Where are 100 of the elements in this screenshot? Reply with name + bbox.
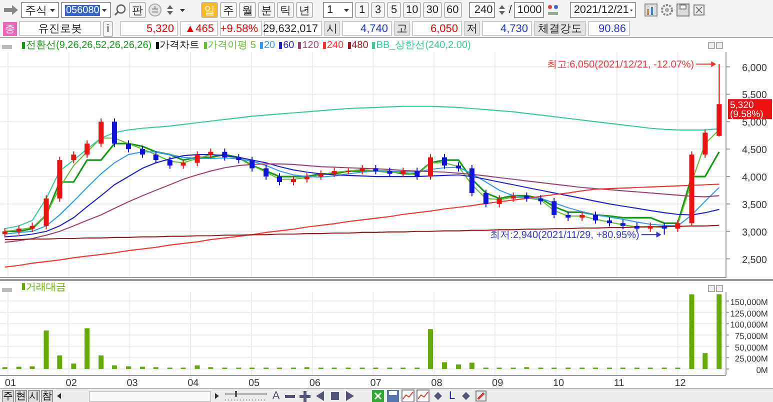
save-icon[interactable] bbox=[386, 389, 400, 402]
info-button[interactable]: i bbox=[103, 20, 113, 36]
field-value: 4,730 bbox=[482, 21, 532, 36]
axis-label: 08 bbox=[431, 378, 442, 388]
bottom-tab[interactable]: 참 bbox=[41, 390, 53, 402]
candlestick bbox=[662, 222, 667, 236]
volume-bar bbox=[57, 355, 62, 369]
bottom-tab[interactable]: 현 bbox=[15, 390, 27, 402]
tool-button[interactable]: L bbox=[446, 390, 458, 402]
stock-code-field[interactable]: 056080 bbox=[61, 2, 111, 18]
current-price: 5,320 bbox=[730, 100, 754, 112]
legend-marker bbox=[298, 42, 302, 48]
total-field[interactable]: 1000 bbox=[514, 2, 544, 18]
arrow-icon bbox=[640, 232, 662, 238]
legend-marker bbox=[279, 42, 282, 48]
axis-label: 75,000M bbox=[734, 331, 768, 342]
candlestick bbox=[208, 148, 214, 158]
period-tab[interactable]: 월 bbox=[239, 2, 256, 18]
field-label: 시 bbox=[324, 21, 340, 36]
candlestick bbox=[675, 219, 680, 232]
volume-bar bbox=[702, 353, 708, 369]
annotation-label: 최저:2,940(2021/11/29, +80.95%) bbox=[490, 230, 640, 242]
save-icon[interactable] bbox=[676, 3, 690, 17]
candlestick bbox=[566, 211, 571, 222]
volume-bar bbox=[98, 355, 104, 369]
legend-marker bbox=[260, 42, 263, 48]
volume-bar bbox=[194, 365, 200, 369]
axis-label: 4,000 bbox=[742, 172, 767, 184]
candlestick bbox=[387, 167, 392, 178]
field-label: 고 bbox=[394, 21, 410, 36]
legend-marker bbox=[22, 283, 25, 290]
axis-label: 50,000M bbox=[734, 342, 768, 352]
stop-icon[interactable] bbox=[328, 389, 342, 402]
volume-bar bbox=[112, 365, 117, 369]
axis-label: 5,500 bbox=[742, 90, 767, 102]
period-tab[interactable]: 틱 bbox=[277, 2, 294, 18]
candlestick bbox=[456, 162, 462, 172]
legend-marker bbox=[322, 42, 326, 48]
spreadsheet-icon[interactable] bbox=[371, 389, 385, 402]
candlestick bbox=[702, 128, 708, 158]
candlestick bbox=[620, 219, 626, 230]
field-label: 저 bbox=[464, 21, 480, 36]
candlestick bbox=[57, 156, 62, 202]
candlestick bbox=[112, 118, 117, 148]
candlestick bbox=[483, 189, 488, 208]
candlestick bbox=[222, 148, 228, 162]
candlestick bbox=[180, 159, 186, 170]
candlestick bbox=[153, 150, 158, 164]
candlestick bbox=[538, 194, 544, 205]
date-select[interactable]: 2021/12/21 bbox=[570, 2, 636, 18]
market-select[interactable]: 주식 bbox=[21, 2, 59, 18]
axis-label: 09 bbox=[492, 378, 504, 388]
candlestick bbox=[2, 228, 8, 238]
tool-icon[interactable] bbox=[474, 389, 488, 402]
chart-button[interactable]: 판 bbox=[129, 2, 146, 18]
interval-select[interactable]: 1 bbox=[323, 2, 353, 18]
candlestick bbox=[167, 156, 172, 170]
interval-button[interactable]: 1 bbox=[355, 2, 369, 18]
candlestick bbox=[44, 194, 49, 230]
legend-label: 240 bbox=[326, 40, 344, 50]
legend-label: 전환선(9,26,26,52,26,26,26) bbox=[26, 39, 152, 52]
period-tab[interactable]: 주 bbox=[220, 2, 237, 18]
interval-button[interactable]: 10 bbox=[403, 2, 422, 18]
volume-bar bbox=[442, 362, 447, 369]
candlestick bbox=[277, 172, 282, 186]
volume-bar bbox=[140, 366, 145, 369]
candlestick bbox=[469, 164, 474, 197]
chart-icon[interactable] bbox=[401, 389, 415, 402]
interval-button[interactable]: 3 bbox=[371, 2, 385, 18]
legend-marker bbox=[348, 42, 351, 48]
chart-icon[interactable] bbox=[644, 3, 658, 17]
period-tab[interactable]: 분 bbox=[258, 2, 275, 18]
candlestick bbox=[360, 164, 365, 175]
period-tab[interactable]: 년 bbox=[296, 2, 313, 18]
volume-bar bbox=[16, 366, 22, 369]
candlestick bbox=[71, 150, 76, 164]
zoom-in-icon[interactable] bbox=[298, 389, 312, 402]
axis-label: 07 bbox=[370, 378, 382, 388]
count-field[interactable]: 240 bbox=[468, 2, 495, 18]
legend-label: 가격차트 bbox=[160, 39, 200, 52]
candlestick bbox=[30, 222, 35, 232]
candlestick bbox=[607, 216, 612, 227]
legend-label: 60 bbox=[283, 40, 294, 50]
legend-label: BB_상한선(240,2.00) bbox=[376, 39, 471, 52]
chart-icon[interactable] bbox=[416, 389, 430, 402]
interval-button[interactable]: 60 bbox=[444, 2, 462, 18]
bottom-tab[interactable]: 주 bbox=[2, 390, 14, 402]
interval-button[interactable]: 30 bbox=[423, 2, 442, 18]
zoom-slider-icon[interactable] bbox=[223, 390, 269, 402]
spinner-icon[interactable] bbox=[164, 3, 176, 17]
bottom-tab[interactable]: 시 bbox=[28, 390, 40, 402]
tool-button[interactable]: A bbox=[270, 390, 282, 402]
settings-icon[interactable] bbox=[660, 3, 674, 17]
search-icon[interactable] bbox=[113, 3, 127, 17]
candlestick bbox=[264, 164, 269, 180]
volume-bar bbox=[44, 330, 49, 369]
interval-button[interactable]: 5 bbox=[387, 2, 401, 18]
legend-marker bbox=[22, 42, 25, 48]
annotation-label: 최고:6,050(2021/12/21, -12.07%) bbox=[546, 60, 694, 71]
scroll-bar[interactable] bbox=[89, 390, 211, 402]
